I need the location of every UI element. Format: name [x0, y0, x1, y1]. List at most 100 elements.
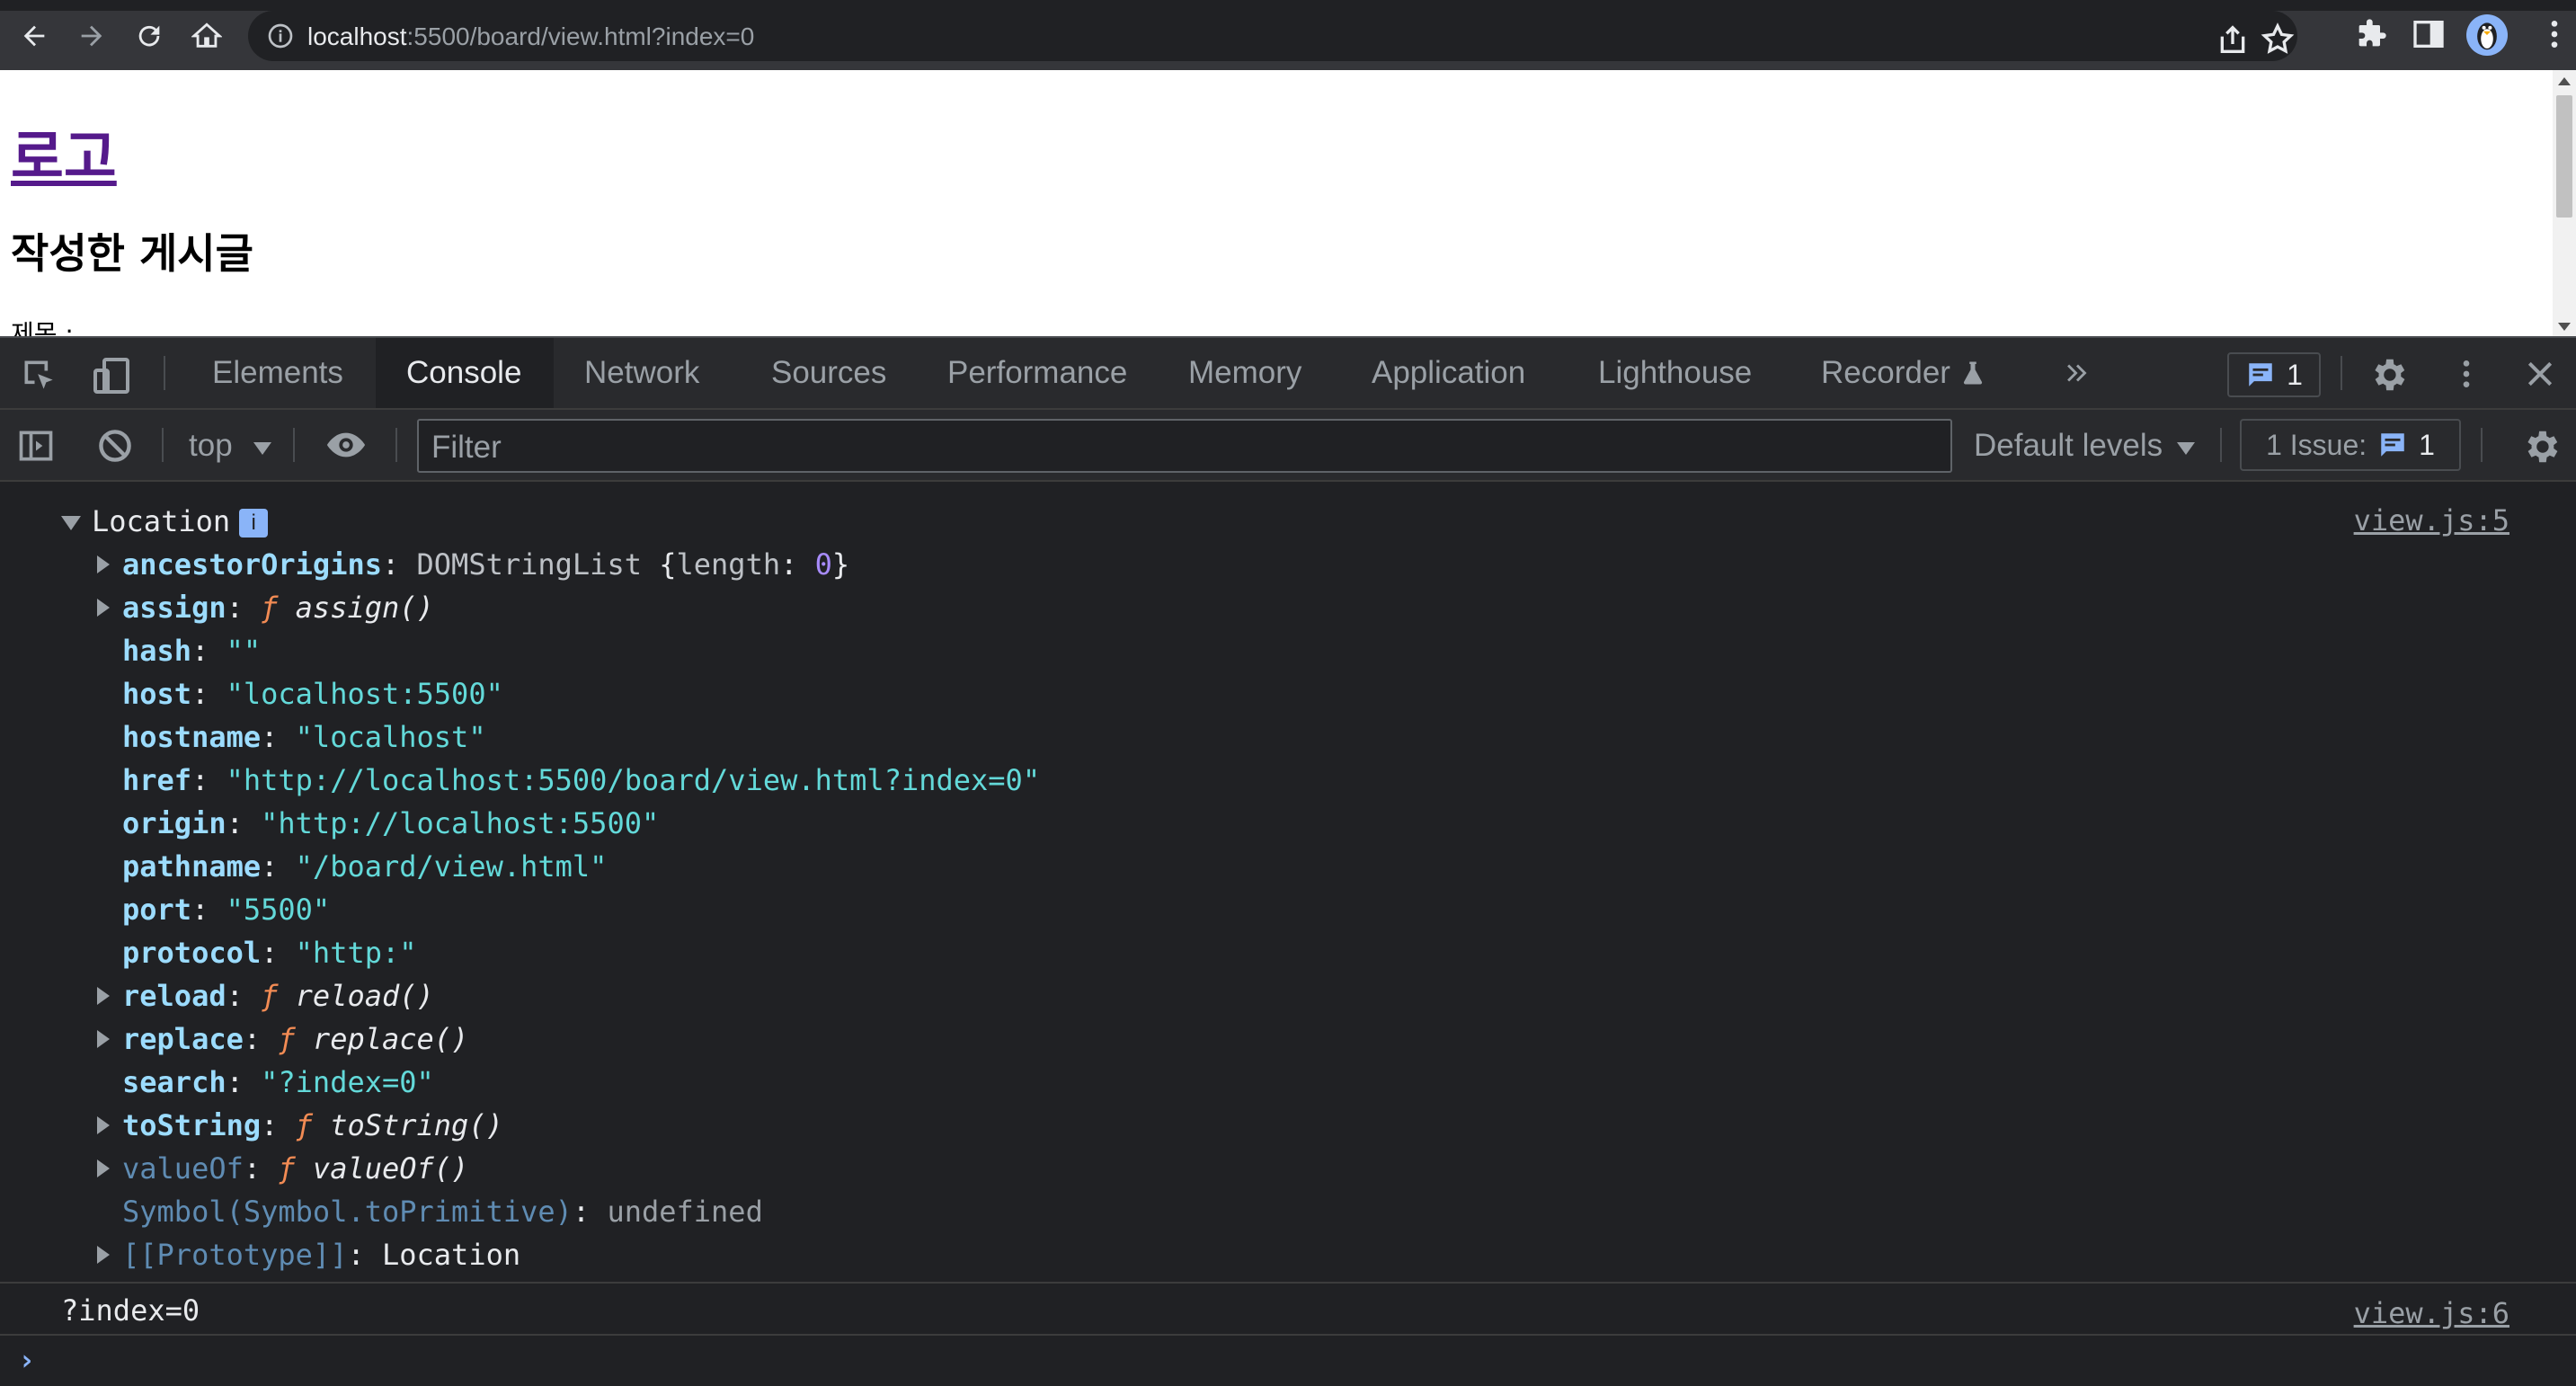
side-panel-icon[interactable] [2411, 16, 2447, 52]
tab-sources[interactable]: Sources [741, 338, 917, 408]
issues-label: 1 Issue: [2266, 428, 2367, 461]
prop-key: valueOf [122, 1151, 244, 1186]
context-selector[interactable]: top [189, 428, 233, 464]
profile-avatar[interactable] [2466, 14, 2508, 56]
close-icon[interactable] [2522, 356, 2558, 392]
source-link-2[interactable]: view.js:6 [2354, 1296, 2509, 1330]
filter-input[interactable]: Filter [417, 419, 1952, 473]
prop-key: pathname [122, 849, 262, 884]
prop-function: valueOf() [312, 1151, 469, 1186]
back-button[interactable] [13, 14, 56, 58]
settings-gear-icon[interactable] [2367, 354, 2409, 395]
toolbar-separator [395, 428, 397, 462]
share-icon[interactable] [2215, 22, 2251, 58]
prop-reload[interactable]: reload: ƒ reload() [97, 974, 434, 1017]
device-toolbar-icon[interactable] [90, 354, 133, 397]
extensions-icon[interactable] [2353, 16, 2389, 52]
prop-valueOf[interactable]: valueOf: ƒ valueOf() [97, 1147, 468, 1190]
url-host: localhost [307, 22, 407, 50]
prop-replace[interactable]: replace: ƒ replace() [97, 1017, 468, 1061]
collapse-triangle-icon[interactable] [97, 987, 110, 1005]
page-heading: 작성한 게시글 [11, 229, 253, 278]
collapse-triangle-icon[interactable] [97, 1030, 110, 1048]
source-link-1[interactable]: view.js:5 [2354, 503, 2509, 538]
star-icon[interactable] [2260, 22, 2296, 58]
prop-search: search: "?index=0" [122, 1065, 434, 1099]
scroll-thumb[interactable] [2556, 95, 2572, 218]
scroll-up-arrow[interactable] [2558, 77, 2571, 85]
prop-key: [[Prototype]] [122, 1238, 348, 1272]
toolbar-separator [293, 428, 295, 462]
message-icon [2249, 363, 2272, 386]
devtools-menu-icon[interactable] [2448, 356, 2484, 392]
prop-toString[interactable]: toString: ƒ toString() [97, 1104, 503, 1147]
prop-hostname: hostname: "localhost" [122, 720, 486, 754]
prop-function: replace() [312, 1022, 469, 1056]
tab-recorder[interactable]: Recorder [1790, 338, 2017, 408]
url-path: :5500/board/view.html?index=0 [406, 22, 755, 50]
collapse-triangle-icon[interactable] [97, 1116, 110, 1134]
prop-hash: hash: "" [122, 634, 262, 668]
collapse-triangle-icon[interactable] [97, 599, 110, 617]
tab-lighthouse[interactable]: Lighthouse [1568, 338, 1782, 408]
messages-badge[interactable]: 1 [2227, 352, 2321, 397]
location-object-header[interactable]: Location i [61, 500, 269, 543]
collapse-triangle-icon[interactable] [97, 1246, 110, 1264]
prop-string: "" [226, 634, 262, 668]
info-badge-icon[interactable]: i [239, 509, 269, 538]
prop-string: "http:" [295, 936, 417, 970]
console-prompt-icon[interactable]: › [18, 1343, 35, 1377]
info-icon[interactable] [266, 22, 295, 50]
scroll-down-arrow[interactable] [2558, 323, 2571, 331]
inspect-element-icon[interactable] [20, 356, 59, 395]
log-levels-dropdown[interactable]: Default levels [1974, 428, 2163, 464]
browser-menu-icon[interactable] [2536, 16, 2572, 52]
collapse-triangle-icon[interactable] [97, 1159, 110, 1177]
prop-number: 0 [814, 547, 832, 582]
prop-assign[interactable]: assign: ƒ assign() [97, 586, 434, 629]
arrow-right-icon [81, 25, 102, 47]
message-separator [0, 1282, 2576, 1284]
reload-button[interactable] [128, 14, 171, 58]
tab-separator [2341, 356, 2342, 390]
logo-link[interactable]: 로고 [11, 111, 117, 194]
prop-ancestorOrigins[interactable]: ancestorOrigins: DOMStringList {length: … [97, 543, 849, 586]
tab-memory[interactable]: Memory [1158, 338, 1332, 408]
prop-pathname: pathname: "/board/view.html" [122, 849, 608, 884]
address-bar[interactable]: localhost:5500/board/view.html?index=0 [248, 11, 2297, 61]
tab-performance[interactable]: Performance [917, 338, 1158, 408]
expand-triangle-icon[interactable] [61, 516, 81, 530]
devtools-panel: Elements Console Network Sources Perform… [0, 336, 2576, 1386]
issues-count: 1 [2419, 428, 2435, 461]
sidebar-toggle-icon[interactable] [16, 426, 56, 466]
issues-button[interactable]: 1 Issue: 1 [2240, 419, 2461, 471]
toolbar-separator [2481, 428, 2483, 462]
console-settings-gear-icon[interactable] [2520, 426, 2562, 467]
more-tabs-button[interactable] [2042, 338, 2112, 408]
forward-button[interactable] [70, 14, 113, 58]
prop-prototype[interactable]: [[Prototype]]: Location [97, 1233, 520, 1276]
prop-key: origin [122, 806, 227, 840]
tab-separator [164, 356, 165, 390]
home-button[interactable] [185, 14, 228, 58]
prop-origin: origin: "http://localhost:5500" [122, 806, 660, 840]
penguin-icon [2477, 22, 2497, 50]
function-glyph: ƒ [295, 1108, 313, 1142]
tab-elements[interactable]: Elements [182, 338, 374, 408]
message-count: 1 [2287, 358, 2303, 391]
flask-icon [1963, 361, 1983, 385]
page-viewport: 로고 작성한 게시글 제목 : [0, 70, 2576, 336]
tab-console[interactable]: Console [376, 338, 554, 408]
object-name: Location [92, 504, 231, 538]
prop-protocol: protocol: "http:" [122, 936, 417, 970]
clear-console-icon[interactable] [95, 426, 135, 466]
url-text: localhost:5500/board/view.html?index=0 [307, 22, 754, 51]
page-scrollbar[interactable] [2553, 70, 2576, 336]
prop-function: toString() [330, 1108, 503, 1142]
eye-icon[interactable] [324, 424, 369, 466]
tab-network[interactable]: Network [554, 338, 730, 408]
prop-key: protocol [122, 936, 262, 970]
collapse-triangle-icon[interactable] [97, 555, 110, 573]
prop-href: href: "http://localhost:5500/board/view.… [122, 763, 1041, 797]
tab-application[interactable]: Application [1341, 338, 1556, 408]
